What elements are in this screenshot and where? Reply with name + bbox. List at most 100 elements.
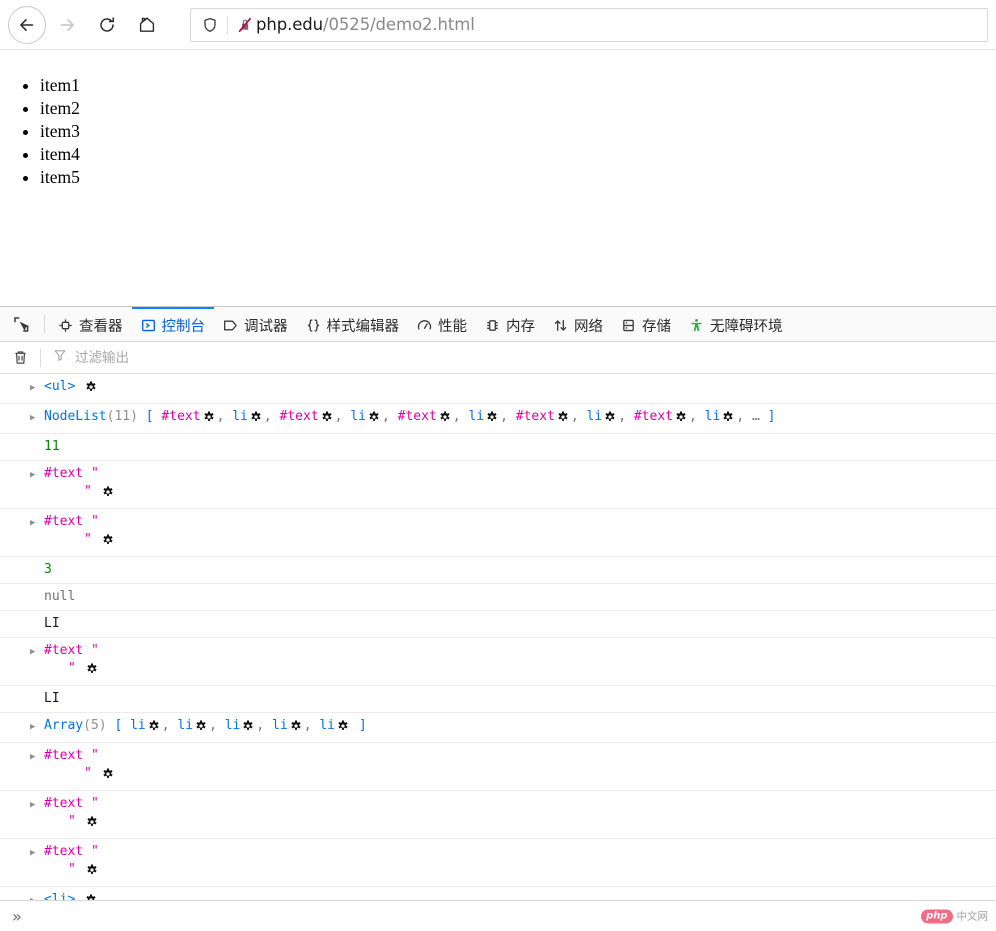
console-row-array5[interactable]: ▶ Array(5) [ li, li, li, li, li ] [0, 713, 996, 743]
node-settings-icon[interactable] [368, 411, 380, 429]
string-quote-open: " [90, 643, 99, 658]
node-settings-icon[interactable] [604, 411, 616, 429]
expand-arrow-icon[interactable]: ▶ [30, 513, 44, 532]
text-node-token[interactable]: #text [280, 409, 319, 424]
node-settings-icon[interactable] [439, 411, 451, 429]
li-node-token[interactable]: li [232, 409, 248, 424]
expand-arrow-icon[interactable]: ▶ [30, 795, 44, 814]
tab-console[interactable]: 控制台 [131, 307, 214, 341]
clear-console-button[interactable] [0, 342, 40, 374]
node-settings-icon[interactable] [195, 720, 207, 738]
li-node-token[interactable]: li [225, 718, 241, 733]
tab-inspector[interactable]: 查看器 [49, 307, 132, 341]
node-settings-icon[interactable] [203, 411, 215, 429]
text-node-token[interactable]: #text [44, 514, 83, 529]
string-quote-close: " [68, 661, 76, 676]
console-row-li-1[interactable]: LI [0, 611, 996, 638]
expand-arrow-icon[interactable]: ▶ [30, 408, 44, 427]
tab-style-editor[interactable]: 样式编辑器 [297, 307, 409, 341]
array-name-token[interactable]: Array [44, 718, 83, 733]
node-settings-icon[interactable] [321, 411, 333, 429]
node-settings-icon[interactable] [675, 411, 687, 429]
node-settings-icon[interactable] [86, 816, 98, 834]
tab-memory[interactable]: 内存 [476, 307, 544, 341]
address-bar[interactable]: php.edu/0525/demo2.html [190, 7, 988, 42]
li-tag-token[interactable]: <li> [44, 892, 75, 900]
node-settings-icon[interactable] [86, 663, 98, 681]
filter-input[interactable] [73, 349, 373, 366]
li-node-token[interactable]: li [177, 718, 193, 733]
tab-storage[interactable]: 存储 [612, 307, 680, 341]
home-button[interactable] [128, 6, 166, 44]
console-row-null[interactable]: null [0, 584, 996, 611]
node-settings-icon[interactable] [148, 720, 160, 738]
tabbar-divider [44, 314, 45, 334]
li-node-token[interactable]: li [350, 409, 366, 424]
expand-arrow-icon[interactable]: ▶ [30, 465, 44, 484]
li-node-token[interactable]: li [319, 718, 335, 733]
tab-accessibility[interactable]: 无障碍环境 [680, 307, 792, 341]
li-node-token[interactable]: li [705, 409, 721, 424]
console-prompt-row[interactable]: » php 中文网 [0, 900, 996, 931]
forward-button[interactable] [48, 6, 86, 44]
tab-label: 性能 [438, 318, 467, 335]
expand-arrow-icon[interactable]: ▶ [30, 747, 44, 766]
expand-arrow-icon[interactable]: ▶ [30, 891, 44, 900]
console-row-li-2[interactable]: LI [0, 686, 996, 713]
expand-arrow-icon[interactable]: ▶ [30, 717, 44, 736]
expand-arrow-icon[interactable]: ▶ [30, 843, 44, 862]
node-settings-icon[interactable] [102, 768, 114, 786]
console-row-text-2[interactable]: ▶ #text " " [0, 509, 996, 557]
node-settings-icon[interactable] [85, 381, 97, 399]
text-node-token[interactable]: #text [516, 409, 555, 424]
text-node-token[interactable]: #text [44, 748, 83, 763]
console-row-count-11[interactable]: 11 [0, 434, 996, 461]
console-row-count-3[interactable]: 3 [0, 557, 996, 584]
console-row-nodelist[interactable]: ▶ NodeList(11) [ #text, li, #text, li, #… [0, 404, 996, 434]
element-picker-button[interactable] [2, 307, 40, 341]
node-settings-icon[interactable] [337, 720, 349, 738]
node-settings-icon[interactable] [102, 486, 114, 504]
node-settings-icon[interactable] [557, 411, 569, 429]
text-node-token[interactable]: #text [44, 796, 83, 811]
text-node-token[interactable]: #text [398, 409, 437, 424]
console-output[interactable]: ▶ <ul> ▶ NodeList(11) [ #text, li, #text… [0, 374, 996, 900]
node-settings-icon[interactable] [242, 720, 254, 738]
expand-arrow-icon[interactable]: ▶ [30, 378, 44, 397]
li-node-token[interactable]: li [272, 718, 288, 733]
console-row-text-6[interactable]: ▶ #text " " [0, 839, 996, 887]
text-node-token[interactable]: #text [634, 409, 673, 424]
url-host: php.edu [256, 15, 324, 34]
text-node-token[interactable]: #text [44, 844, 83, 859]
string-quote-open: " [90, 748, 99, 763]
tab-debugger[interactable]: 调试器 [214, 307, 297, 341]
expand-arrow-icon[interactable]: ▶ [30, 642, 44, 661]
console-row-li-tag-1[interactable]: ▶ <li> [0, 887, 996, 900]
console-row-text-1[interactable]: ▶ #text " " [0, 461, 996, 509]
console-row-text-3[interactable]: ▶ #text " " [0, 638, 996, 686]
node-settings-icon[interactable] [86, 864, 98, 882]
shield-icon[interactable] [199, 17, 221, 33]
back-button[interactable] [8, 5, 46, 44]
ul-tag-token[interactable]: <ul> [44, 379, 75, 394]
lock-crossed-out-icon[interactable] [234, 17, 256, 33]
node-settings-icon[interactable] [250, 411, 262, 429]
li-node-token[interactable]: li [468, 409, 484, 424]
reload-button[interactable] [88, 6, 126, 44]
node-settings-icon[interactable] [486, 411, 498, 429]
nodelist-name-token[interactable]: NodeList [44, 409, 107, 424]
li-node-token[interactable]: li [587, 409, 603, 424]
tab-performance[interactable]: 性能 [408, 307, 476, 341]
tab-network[interactable]: 网络 [544, 307, 612, 341]
console-row-ul[interactable]: ▶ <ul> [0, 374, 996, 404]
text-node-token[interactable]: #text [44, 643, 83, 658]
li-node-token[interactable]: li [130, 718, 146, 733]
text-node-token[interactable]: #text [44, 466, 83, 481]
text-node-token[interactable]: #text [161, 409, 200, 424]
node-settings-icon[interactable] [102, 534, 114, 552]
node-settings-icon[interactable] [290, 720, 302, 738]
node-settings-icon[interactable] [722, 411, 734, 429]
console-row-text-4[interactable]: ▶ #text " " [0, 743, 996, 791]
console-row-text-5[interactable]: ▶ #text " " [0, 791, 996, 839]
console-input[interactable] [29, 907, 996, 925]
